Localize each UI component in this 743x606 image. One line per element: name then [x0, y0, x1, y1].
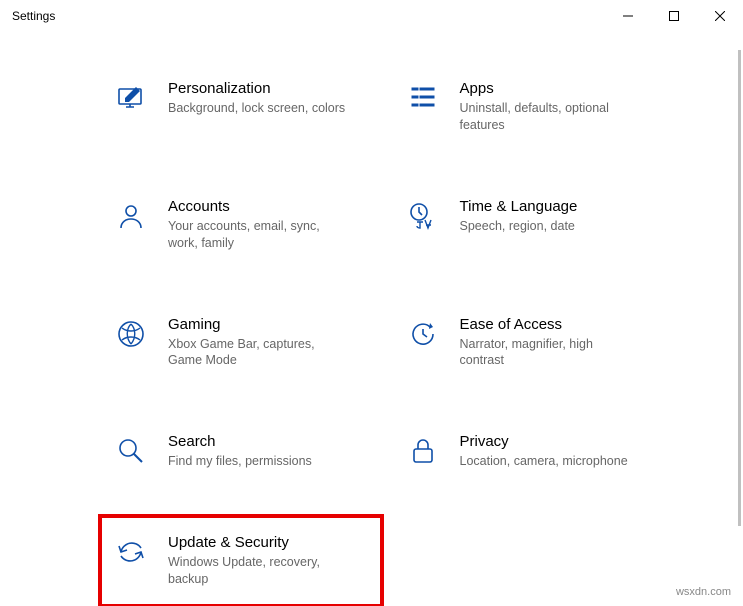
- close-button[interactable]: [697, 0, 743, 32]
- tile-heading: Gaming: [168, 316, 368, 333]
- tile-time-language[interactable]: Time & Language Speech, region, date: [402, 190, 664, 260]
- titlebar: Settings: [0, 0, 743, 32]
- ease-of-access-icon: [406, 318, 440, 352]
- tile-text: Privacy Location, camera, microphone: [460, 433, 660, 470]
- window-title: Settings: [12, 9, 55, 23]
- tile-heading: Accounts: [168, 198, 368, 215]
- tile-heading: Apps: [460, 80, 660, 97]
- tile-ease-of-access[interactable]: Ease of Access Narrator, magnifier, high…: [402, 308, 664, 378]
- minimize-icon: [623, 11, 633, 21]
- tile-sub: Xbox Game Bar, captures, Game Mode: [168, 336, 348, 370]
- tile-heading: Update & Security: [168, 534, 368, 551]
- tile-sub: Windows Update, recovery, backup: [168, 554, 348, 588]
- tile-text: Update & Security Windows Update, recove…: [168, 534, 368, 588]
- tile-accounts[interactable]: Accounts Your accounts, email, sync, wor…: [110, 190, 372, 260]
- personalization-icon: [114, 82, 148, 116]
- settings-grid: Personalization Background, lock screen,…: [110, 72, 663, 596]
- tile-heading: Search: [168, 433, 368, 450]
- tile-sub: Speech, region, date: [460, 218, 640, 235]
- tile-sub: Your accounts, email, sync, work, family: [168, 218, 348, 252]
- accounts-icon: [114, 200, 148, 234]
- tile-text: Search Find my files, permissions: [168, 433, 368, 470]
- time-language-icon: [406, 200, 440, 234]
- scrollbar[interactable]: [738, 50, 741, 526]
- tile-heading: Time & Language: [460, 198, 660, 215]
- tile-text: Time & Language Speech, region, date: [460, 198, 660, 235]
- tile-heading: Ease of Access: [460, 316, 660, 333]
- search-icon: [114, 435, 148, 469]
- tile-text: Apps Uninstall, defaults, optional featu…: [460, 80, 660, 134]
- tile-text: Accounts Your accounts, email, sync, wor…: [168, 198, 368, 252]
- tile-text: Ease of Access Narrator, magnifier, high…: [460, 316, 660, 370]
- tile-sub: Background, lock screen, colors: [168, 100, 348, 117]
- tile-apps[interactable]: Apps Uninstall, defaults, optional featu…: [402, 72, 664, 142]
- tile-text: Gaming Xbox Game Bar, captures, Game Mod…: [168, 316, 368, 370]
- tile-search[interactable]: Search Find my files, permissions: [110, 425, 372, 478]
- tile-sub: Location, camera, microphone: [460, 453, 640, 470]
- privacy-icon: [406, 435, 440, 469]
- tile-sub: Narrator, magnifier, high contrast: [460, 336, 640, 370]
- maximize-icon: [669, 11, 679, 21]
- apps-icon: [406, 82, 440, 116]
- tile-personalization[interactable]: Personalization Background, lock screen,…: [110, 72, 372, 142]
- tile-sub: Uninstall, defaults, optional features: [460, 100, 640, 134]
- tile-privacy[interactable]: Privacy Location, camera, microphone: [402, 425, 664, 478]
- tile-update-security[interactable]: Update & Security Windows Update, recove…: [110, 526, 372, 596]
- tile-text: Personalization Background, lock screen,…: [168, 80, 368, 117]
- update-security-icon: [114, 536, 148, 570]
- minimize-button[interactable]: [605, 0, 651, 32]
- tile-gaming[interactable]: Gaming Xbox Game Bar, captures, Game Mod…: [110, 308, 372, 378]
- settings-content: Personalization Background, lock screen,…: [0, 32, 743, 596]
- window-controls: [605, 0, 743, 32]
- close-icon: [715, 11, 725, 21]
- watermark: wsxdn.com: [676, 586, 731, 598]
- tile-heading: Privacy: [460, 433, 660, 450]
- tile-sub: Find my files, permissions: [168, 453, 348, 470]
- gaming-icon: [114, 318, 148, 352]
- maximize-button[interactable]: [651, 0, 697, 32]
- tile-heading: Personalization: [168, 80, 368, 97]
